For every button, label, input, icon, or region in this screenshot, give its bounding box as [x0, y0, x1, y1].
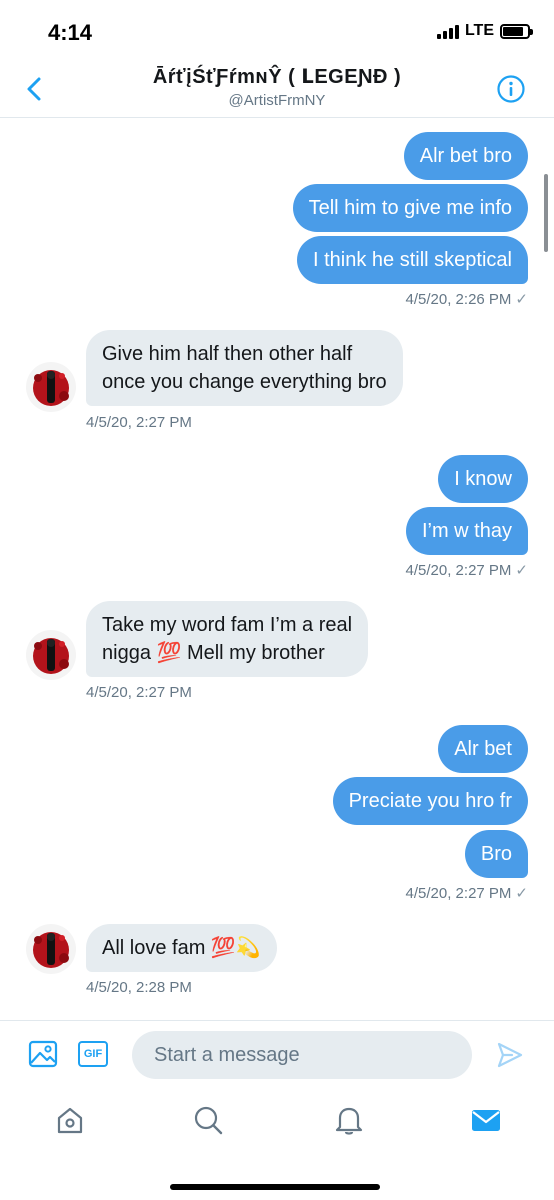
- info-icon: [497, 75, 525, 103]
- conversation-title-block[interactable]: ĀŕťįŚťƑŕmɴŶ ( ᒪEGEƝĐ ) @ArtistFrmNY: [90, 64, 464, 109]
- tab-notifications[interactable]: [333, 1104, 365, 1136]
- avatar[interactable]: [26, 630, 76, 680]
- tab-home[interactable]: [54, 1104, 86, 1136]
- message-timestamp: 4/5/20, 2:26 PM ✓: [405, 291, 528, 308]
- home-icon: [57, 1107, 83, 1134]
- info-button[interactable]: [496, 74, 526, 104]
- message-bubble[interactable]: Give him half then other half once you c…: [86, 330, 403, 406]
- tab-search[interactable]: [192, 1104, 224, 1136]
- bell-icon: [335, 1107, 363, 1135]
- message-composer: GIF: [0, 1020, 554, 1090]
- status-indicators: LTE: [436, 22, 533, 40]
- media-button[interactable]: [28, 1039, 58, 1069]
- read-check-icon: ✓: [515, 562, 528, 579]
- conversation-handle: @ArtistFrmNY: [228, 92, 326, 109]
- signal-icon: [436, 23, 459, 39]
- message-timestamp: 4/5/20, 2:27 PM: [86, 414, 192, 431]
- send-button[interactable]: [496, 1041, 524, 1069]
- message-bubble[interactable]: Alr bet: [438, 725, 528, 773]
- message-bubble[interactable]: I think he still skeptical: [297, 236, 528, 284]
- status-time: 4:14: [48, 20, 93, 45]
- conversation-header: ĀŕťįŚťƑŕmɴŶ ( ᒪEGEƝĐ ) @ArtistFrmNY: [0, 62, 554, 118]
- search-icon: [194, 1106, 223, 1135]
- chevron-left-icon: [27, 77, 41, 101]
- message-line: once you change everything bro: [102, 371, 387, 393]
- message-bubble[interactable]: Tell him to give me info: [292, 184, 528, 232]
- message-bubble[interactable]: Take my word fam I’m a real nigga 💯 Mell…: [86, 601, 369, 677]
- back-button[interactable]: [20, 74, 50, 104]
- message-list[interactable]: Alr bet bro Tell him to give me info I t…: [0, 118, 554, 1020]
- message-bubble[interactable]: Alr bet bro: [403, 132, 528, 180]
- mail-icon: [472, 1110, 500, 1131]
- message-line: Give him half then other half: [102, 343, 353, 365]
- scrollbar[interactable]: [544, 174, 548, 252]
- message-line: Take my word fam I’m a real: [102, 614, 353, 636]
- message-timestamp: 4/5/20, 2:28 PM: [86, 979, 192, 996]
- battery-icon: [500, 23, 533, 39]
- tab-messages[interactable]: [470, 1104, 502, 1136]
- conversation-title: ĀŕťįŚťƑŕmɴŶ ( ᒪEGEƝĐ ): [152, 66, 402, 88]
- image-icon: [28, 1040, 58, 1068]
- read-check-icon: ✓: [515, 885, 528, 902]
- message-timestamp: 4/5/20, 2:27 PM: [86, 684, 192, 701]
- message-bubble[interactable]: I know: [438, 455, 528, 503]
- message-bubble[interactable]: Bro: [464, 830, 528, 878]
- message-bubble[interactable]: All love fam 💯💫: [86, 924, 277, 972]
- avatar[interactable]: [26, 924, 76, 974]
- status-bar: 4:14 LTE: [0, 0, 554, 62]
- message-line: nigga 💯 Mell my brother: [102, 642, 325, 664]
- network-label: LTE: [464, 22, 494, 39]
- avatar[interactable]: [26, 362, 76, 412]
- message-input[interactable]: [132, 1031, 472, 1079]
- message-timestamp: 4/5/20, 2:27 PM ✓: [405, 885, 528, 902]
- message-bubble[interactable]: I’m w thay: [405, 507, 528, 555]
- home-indicator: [170, 1184, 380, 1190]
- gif-button[interactable]: GIF: [78, 1041, 108, 1067]
- send-icon: [497, 1042, 523, 1068]
- message-timestamp: 4/5/20, 2:27 PM ✓: [405, 562, 528, 579]
- read-check-icon: ✓: [515, 291, 528, 308]
- message-bubble[interactable]: Preciate you hro fr: [332, 777, 528, 825]
